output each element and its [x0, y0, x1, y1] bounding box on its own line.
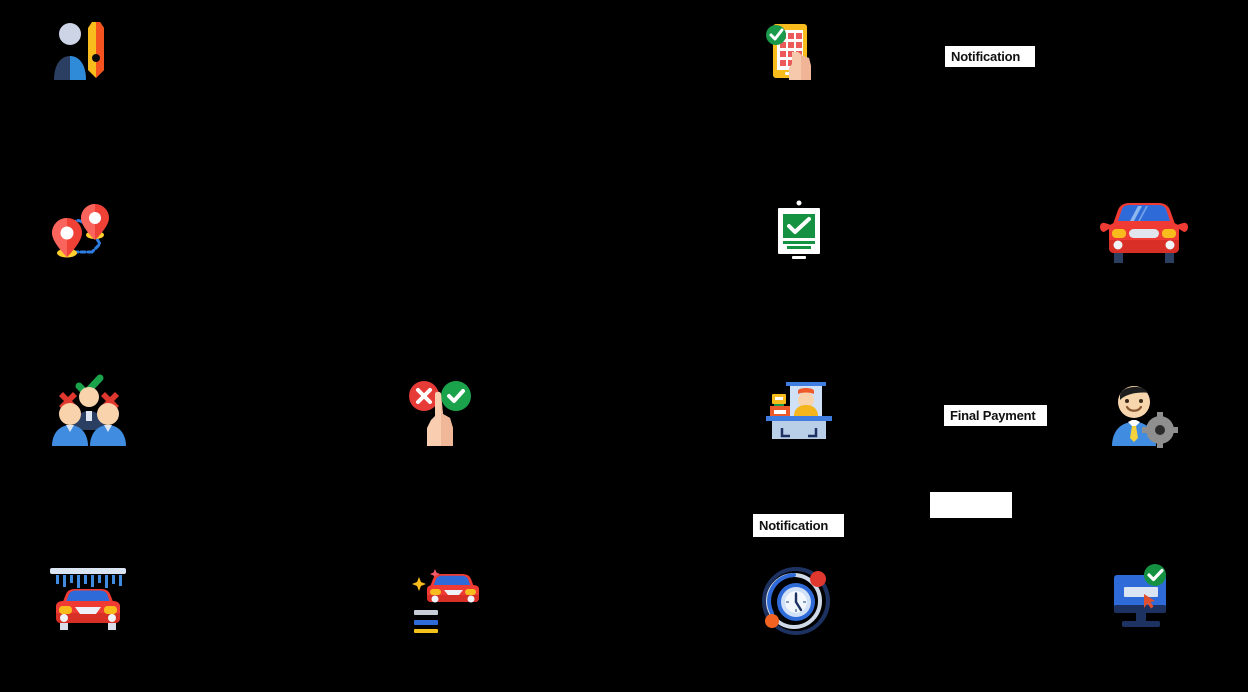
notification-label-top: Notification	[945, 46, 1035, 67]
red-car-front-icon	[1100, 200, 1188, 268]
clock-scheduling-icon	[760, 565, 832, 637]
mobile-booking-tap-icon	[765, 22, 827, 84]
desktop-confirmation-icon	[1106, 564, 1180, 631]
car-wash-icon	[48, 568, 128, 632]
team-selection-approved-icon	[48, 374, 130, 446]
final-payment-label: Final Payment	[944, 405, 1047, 426]
technician-settings-icon	[1108, 380, 1180, 448]
notification-label-bottom: Notification	[753, 514, 844, 537]
accept-reject-hand-icon	[405, 380, 471, 446]
service-reception-counter-icon	[764, 380, 836, 446]
diagram-canvas: Notification Final Payment Notification	[0, 0, 1248, 692]
clean-car-checklist-icon	[405, 565, 483, 635]
tablet-checklist-approved-icon	[770, 200, 828, 259]
route-location-pins-icon	[48, 196, 118, 266]
blank-label-box	[930, 492, 1012, 518]
user-with-key-icon	[48, 18, 114, 84]
